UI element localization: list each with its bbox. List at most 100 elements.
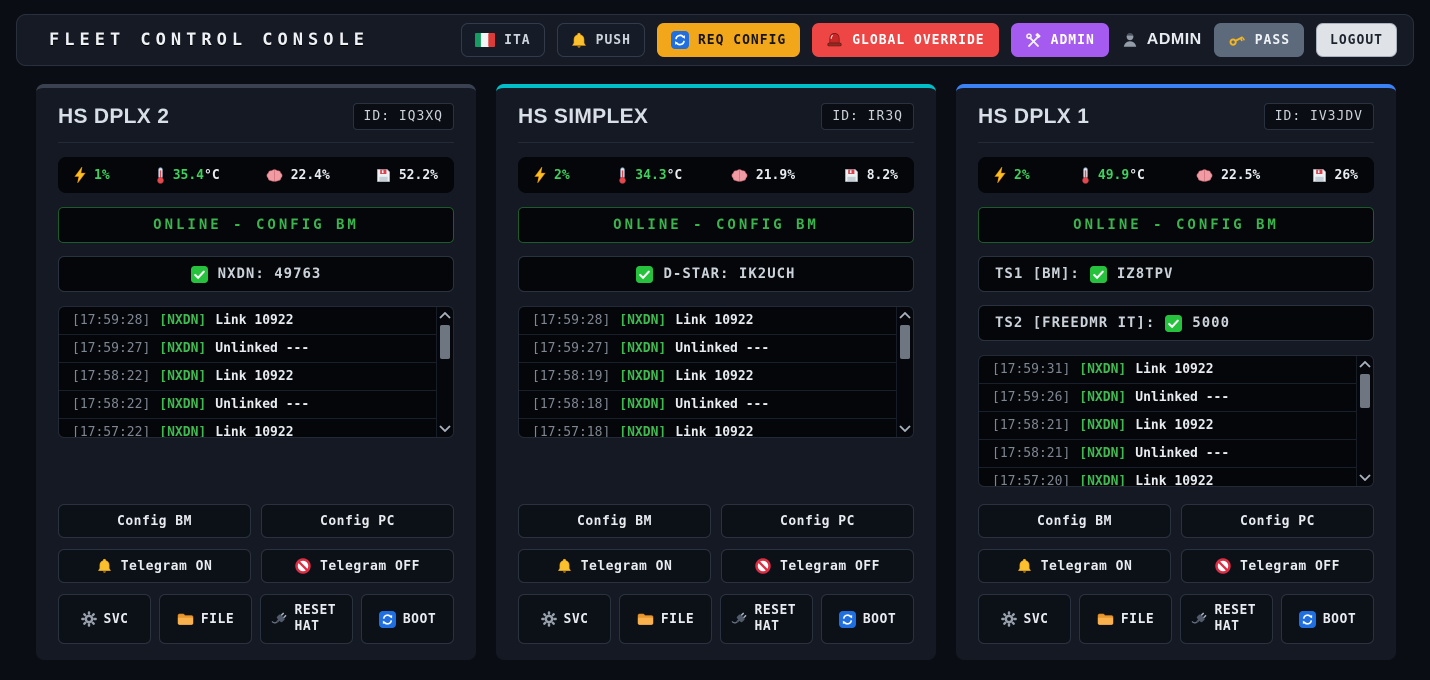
device-id-badge: ID: IV3JDV: [1264, 103, 1374, 130]
reset-hat-button[interactable]: RESET HAT: [1180, 594, 1273, 644]
pass-button[interactable]: PASS: [1214, 23, 1304, 57]
bell-icon: [97, 558, 112, 574]
lightning-bolt-icon: [534, 167, 546, 183]
config-bm-button[interactable]: Config BM: [58, 504, 251, 538]
logout-label: LOGOUT: [1330, 33, 1383, 48]
device-card-hs-simplex: HS SIMPLEX ID: IR3Q 2% 34.3°C 21.9%: [496, 84, 936, 660]
scroll-up-icon[interactable]: [1359, 361, 1371, 368]
log-rows: [17:59:28][NXDN]Link 10922 [17:59:27][NX…: [59, 307, 436, 438]
reset-hat-button[interactable]: RESET HAT: [260, 594, 353, 644]
log-scrollbar[interactable]: [436, 307, 453, 437]
power-stat: 2%: [994, 167, 1030, 183]
log-tag: [NXDN]: [159, 397, 206, 412]
reset-hat-button[interactable]: RESET HAT: [720, 594, 813, 644]
svc-button[interactable]: SVC: [518, 594, 611, 644]
check-icon: [1165, 315, 1182, 332]
brain-icon: [731, 168, 748, 182]
device-title: HS SIMPLEX: [518, 105, 648, 129]
logout-button[interactable]: LOGOUT: [1316, 23, 1397, 57]
svc-button[interactable]: SVC: [978, 594, 1071, 644]
log-row: [17:59:27][NXDN]Unlinked ---: [519, 335, 896, 363]
log-panel[interactable]: [17:59:28][NXDN]Link 10922 [17:59:27][NX…: [518, 306, 914, 438]
global-override-button[interactable]: GLOBAL OVERRIDE: [812, 23, 998, 57]
log-scrollbar[interactable]: [1356, 356, 1373, 486]
cpu-value: 22.5%: [1221, 168, 1260, 183]
network-status-row: D-STAR: IK2UCH: [518, 256, 914, 292]
log-message: Link 10922: [675, 425, 753, 438]
divider: [978, 142, 1374, 143]
config-bm-label: Config BM: [1037, 514, 1112, 529]
telegram-on-button[interactable]: Telegram ON: [978, 549, 1171, 583]
floppy-disk-icon: [1312, 168, 1327, 183]
scrollbar-thumb[interactable]: [1360, 374, 1370, 408]
config-pc-button[interactable]: Config PC: [1181, 504, 1374, 538]
config-pc-button[interactable]: Config PC: [721, 504, 914, 538]
log-tag: [NXDN]: [619, 313, 666, 328]
telegram-on-button[interactable]: Telegram ON: [518, 549, 711, 583]
log-message: Unlinked ---: [1135, 446, 1229, 461]
scroll-down-icon[interactable]: [439, 425, 451, 432]
push-button[interactable]: PUSH: [557, 23, 645, 57]
telegram-off-label: Telegram OFF: [780, 559, 880, 574]
svc-label: SVC: [104, 612, 129, 627]
push-label: PUSH: [596, 33, 631, 48]
boot-button[interactable]: BOOT: [1281, 594, 1374, 644]
telegram-on-button[interactable]: Telegram ON: [58, 549, 251, 583]
device-id-badge: ID: IR3Q: [821, 103, 914, 130]
config-bm-button[interactable]: Config BM: [978, 504, 1171, 538]
req-config-button[interactable]: REQ CONFIG: [657, 23, 800, 57]
telegram-off-button[interactable]: Telegram OFF: [261, 549, 454, 583]
file-button[interactable]: FILE: [1079, 594, 1172, 644]
log-time: [17:58:22]: [72, 369, 150, 384]
log-row: [17:58:22][NXDN]Unlinked ---: [59, 391, 436, 419]
log-time: [17:57:20]: [992, 474, 1070, 487]
config-bm-button[interactable]: Config BM: [518, 504, 711, 538]
scroll-up-icon[interactable]: [899, 312, 911, 319]
file-button[interactable]: FILE: [159, 594, 252, 644]
lightning-bolt-icon: [74, 167, 86, 183]
scrollbar-thumb[interactable]: [440, 325, 450, 359]
boot-label: BOOT: [1323, 612, 1356, 627]
bell-icon: [1017, 558, 1032, 574]
svc-button[interactable]: SVC: [58, 594, 151, 644]
scroll-down-icon[interactable]: [899, 425, 911, 432]
telegram-off-button[interactable]: Telegram OFF: [1181, 549, 1374, 583]
file-button[interactable]: FILE: [619, 594, 712, 644]
log-message: Link 10922: [215, 369, 293, 384]
status-badge: ONLINE - CONFIG BM: [978, 207, 1374, 243]
reset-hat-label: RESET HAT: [755, 603, 803, 636]
file-label: FILE: [661, 612, 694, 627]
log-time: [17:57:18]: [532, 425, 610, 438]
config-pc-label: Config PC: [780, 514, 855, 529]
mem-stat: 8.2%: [844, 168, 898, 183]
scroll-up-icon[interactable]: [439, 312, 451, 319]
telegram-off-button[interactable]: Telegram OFF: [721, 549, 914, 583]
scroll-down-icon[interactable]: [1359, 474, 1371, 481]
log-time: [17:58:22]: [72, 397, 150, 412]
boot-label: BOOT: [863, 612, 896, 627]
status-badge: ONLINE - CONFIG BM: [518, 207, 914, 243]
boot-button[interactable]: BOOT: [361, 594, 454, 644]
folder-icon: [177, 613, 194, 626]
log-panel[interactable]: [17:59:28][NXDN]Link 10922 [17:59:27][NX…: [58, 306, 454, 438]
log-message: Unlinked ---: [1135, 390, 1229, 405]
language-button[interactable]: ITA: [461, 23, 544, 57]
device-cards-grid: HS DPLX 2 ID: IQ3XQ 1% 35.4°C 22.4%: [36, 84, 1396, 660]
boot-button[interactable]: BOOT: [821, 594, 914, 644]
scrollbar-thumb[interactable]: [900, 325, 910, 359]
temp-value: 35.4: [173, 168, 204, 183]
network-value: D-STAR: IK2UCH: [663, 266, 795, 282]
electric-plug-icon: [731, 611, 748, 628]
config-pc-button[interactable]: Config PC: [261, 504, 454, 538]
device-title: HS DPLX 1: [978, 105, 1089, 129]
telegram-on-label: Telegram ON: [121, 559, 213, 574]
log-scrollbar[interactable]: [896, 307, 913, 437]
log-panel[interactable]: [17:59:31][NXDN]Link 10922 [17:59:26][NX…: [978, 355, 1374, 487]
admin-mode-button[interactable]: ADMIN: [1011, 23, 1109, 57]
device-title: HS DPLX 2: [58, 105, 169, 129]
current-user: ADMIN: [1121, 31, 1202, 49]
telegram-on-label: Telegram ON: [1041, 559, 1133, 574]
device-card-hs-dplx-1: HS DPLX 1 ID: IV3JDV 2% 49.9°C 22.5%: [956, 84, 1396, 660]
refresh-icon: [671, 31, 689, 49]
mem-stat: 52.2%: [376, 168, 438, 183]
